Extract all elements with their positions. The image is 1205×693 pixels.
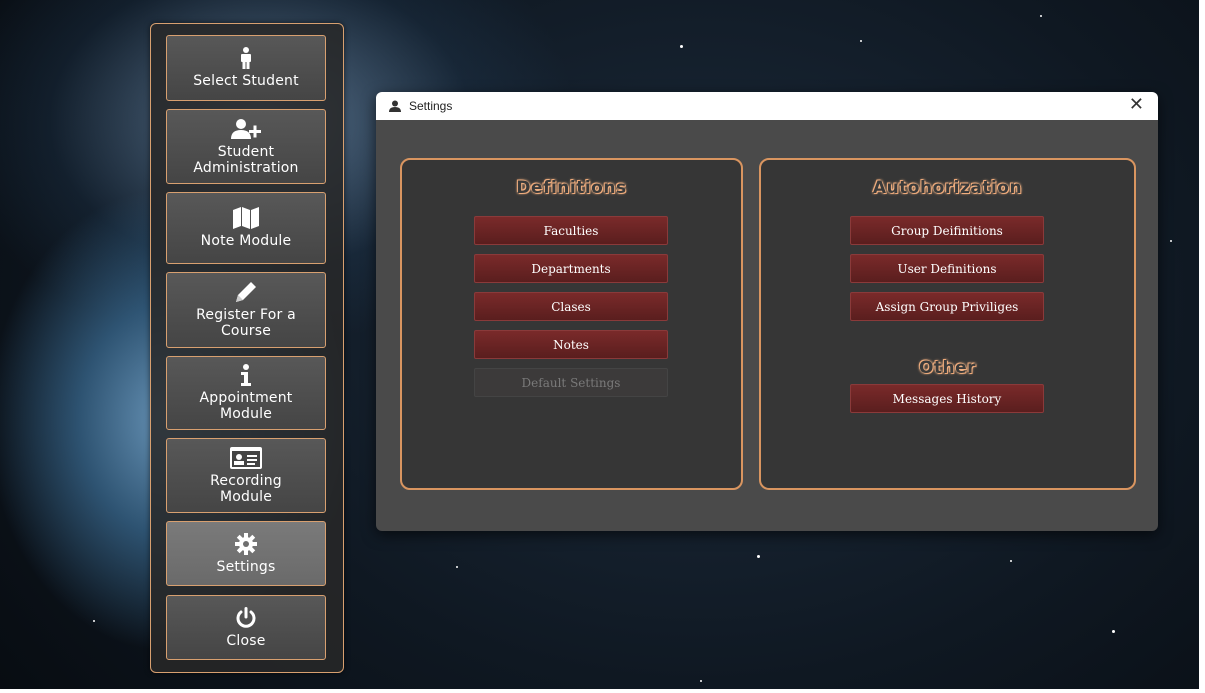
bottom-edge: [0, 689, 1205, 693]
definitions-panel: Definitions Faculties Departments Clases…: [400, 158, 743, 490]
star: [757, 555, 760, 558]
power-icon: [235, 606, 257, 629]
user-definitions-button[interactable]: User Definitions: [850, 254, 1044, 283]
faculties-button[interactable]: Faculties: [474, 216, 668, 245]
student-administration-button[interactable]: Student Administration: [166, 109, 326, 184]
messages-history-button[interactable]: Messages History: [850, 384, 1044, 413]
nav-label: Select Student: [193, 73, 299, 89]
gear-icon: [235, 532, 257, 555]
map-icon: [233, 207, 259, 229]
info-icon: [240, 364, 252, 386]
star: [680, 45, 683, 48]
right-edge: [1199, 0, 1205, 693]
window-titlebar[interactable]: Settings ✕: [376, 92, 1158, 120]
nav-label: Note Module: [200, 233, 292, 249]
person-icon: [239, 47, 253, 69]
settings-button[interactable]: Settings: [166, 521, 326, 586]
star: [860, 40, 862, 42]
clases-button[interactable]: Clases: [474, 292, 668, 321]
nav-label: Register For a Course: [196, 307, 296, 339]
add-user-icon: [231, 118, 261, 140]
star: [1170, 240, 1172, 242]
group-definitions-button[interactable]: Group Deifinitions: [850, 216, 1044, 245]
select-student-button[interactable]: Select Student: [166, 35, 326, 101]
window-title: Settings: [409, 99, 453, 113]
appointment-module-button[interactable]: Appointment Module: [166, 356, 326, 430]
definitions-title: Definitions: [516, 178, 627, 198]
star: [456, 566, 458, 568]
user-icon: [389, 99, 403, 113]
authorization-panel: Autohorization Group Deifinitions User D…: [759, 158, 1136, 490]
nav-label: Recording Module: [210, 472, 282, 505]
nav-label: Close: [226, 632, 266, 649]
assign-group-privileges-button[interactable]: Assign Group Priviliges: [850, 292, 1044, 321]
settings-window: Settings ✕ Definitions Faculties Departm…: [376, 92, 1158, 531]
authorization-title: Autohorization: [872, 178, 1023, 198]
star: [93, 620, 95, 622]
register-course-button[interactable]: Register For a Course: [166, 272, 326, 348]
notes-button[interactable]: Notes: [474, 330, 668, 359]
star: [700, 680, 702, 682]
window-close-button[interactable]: ✕: [1129, 96, 1144, 114]
pencil-icon: [234, 281, 258, 303]
note-module-button[interactable]: Note Module: [166, 192, 326, 264]
star: [1112, 630, 1115, 633]
sidebar: Select Student Student Administration No…: [150, 23, 344, 673]
departments-button[interactable]: Departments: [474, 254, 668, 283]
id-card-icon: [230, 446, 262, 469]
close-button[interactable]: Close: [166, 595, 326, 660]
default-settings-button: Default Settings: [474, 368, 668, 397]
other-title: Other: [918, 358, 977, 378]
star: [1040, 15, 1042, 17]
nav-label: Settings: [216, 558, 276, 575]
nav-label: Appointment Module: [199, 390, 293, 422]
recording-module-button[interactable]: Recording Module: [166, 438, 326, 513]
star: [1010, 560, 1012, 562]
nav-label: Student Administration: [193, 143, 299, 176]
